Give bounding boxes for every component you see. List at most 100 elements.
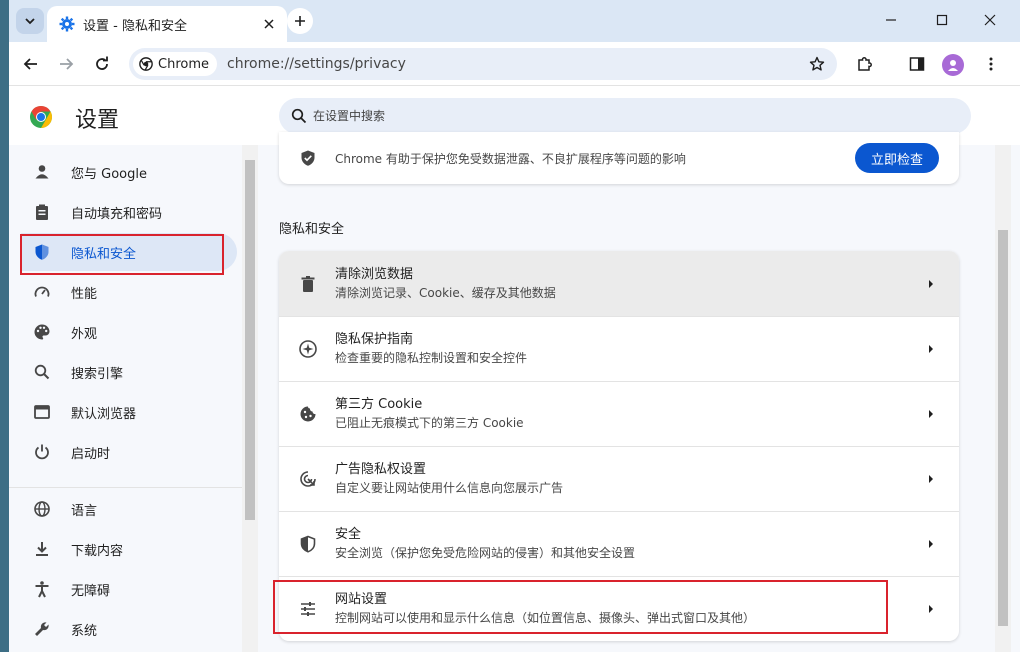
sidebar-item-label: 默认浏览器 xyxy=(71,406,137,422)
sidebar-item-label: 无障碍 xyxy=(71,583,111,599)
row-title: 清除浏览数据 xyxy=(335,266,414,282)
minimize-button[interactable] xyxy=(868,6,914,34)
sidebar-item-label: 外观 xyxy=(71,326,98,342)
puzzle-icon xyxy=(858,57,872,71)
bookmark-button[interactable] xyxy=(803,50,831,78)
sidebar-item-languages[interactable]: 语言 xyxy=(21,490,237,528)
row-ad-privacy[interactable]: 广告隐私权设置 自定义要让网站使用什么信息向您展示广告 xyxy=(279,446,959,511)
reload-icon xyxy=(96,56,108,70)
minimize-icon xyxy=(886,19,896,21)
close-icon xyxy=(984,14,996,26)
sidebar-item-label: 自动填充和密码 xyxy=(71,206,163,222)
sidebar-item-downloads[interactable]: 下载内容 xyxy=(21,530,237,568)
power-icon xyxy=(35,444,49,460)
new-tab-button[interactable] xyxy=(287,8,313,34)
sidebar-item-default-browser[interactable]: 默认浏览器 xyxy=(21,393,237,431)
safety-check-text: Chrome 有助于保护您免受数据泄露、不良扩展程序等问题的影响 xyxy=(335,151,686,166)
caret-right-icon xyxy=(929,605,933,613)
row-clear-browsing-data[interactable]: 清除浏览数据 清除浏览记录、Cookie、缓存及其他数据 xyxy=(279,251,959,316)
globe-icon xyxy=(34,501,50,517)
caret-right-icon xyxy=(929,345,933,353)
tab-strip: 设置 - 隐私和安全 xyxy=(9,0,1020,42)
clipboard-icon xyxy=(36,204,48,220)
site-info-chip[interactable]: Chrome xyxy=(133,52,217,76)
close-icon xyxy=(264,19,274,29)
row-subtitle: 已阻止无痕模式下的第三方 Cookie xyxy=(335,416,524,430)
sidebar-item-you-and-google[interactable]: 您与 Google xyxy=(21,153,237,191)
search-icon xyxy=(291,108,307,124)
sidebar-divider xyxy=(9,487,243,488)
star-icon xyxy=(809,56,825,71)
sidebar-item-appearance[interactable]: 外观 xyxy=(21,313,237,351)
back-button[interactable] xyxy=(17,50,45,78)
sidebar-item-label: 下载内容 xyxy=(71,543,124,559)
main-scrollbar-thumb[interactable] xyxy=(998,230,1008,626)
row-subtitle: 检查重要的隐私控制设置和安全控件 xyxy=(335,351,528,365)
sidebar-item-system[interactable]: 系统 xyxy=(21,610,237,648)
sidebar-item-label: 您与 Google xyxy=(71,166,147,182)
row-third-party-cookies[interactable]: 第三方 Cookie 已阻止无痕模式下的第三方 Cookie xyxy=(279,381,959,446)
gear-icon xyxy=(59,16,75,32)
sidebar-item-search-engine[interactable]: 搜索引擎 xyxy=(21,353,237,391)
sidebar-item-label: 性能 xyxy=(71,286,98,302)
row-privacy-guide[interactable]: 隐私保护指南 检查重要的隐私控制设置和安全控件 xyxy=(279,316,959,381)
row-subtitle: 清除浏览记录、Cookie、缓存及其他数据 xyxy=(335,285,556,300)
active-tab[interactable]: 设置 - 隐私和安全 xyxy=(47,6,287,42)
sidebar-scrollbar-thumb[interactable] xyxy=(245,160,255,520)
maximize-button[interactable] xyxy=(919,6,965,34)
menu-button[interactable] xyxy=(977,50,1005,78)
sidebar-item-on-startup[interactable]: 启动时 xyxy=(21,433,237,471)
profile-avatar[interactable] xyxy=(942,54,964,76)
toolbar: Chrome chrome://settings/privacy xyxy=(9,42,1020,86)
arrow-left-icon xyxy=(23,58,37,70)
row-security[interactable]: 安全 安全浏览（保护您免受危险网站的侵害）和其他安全设置 xyxy=(279,511,959,576)
plus-icon xyxy=(295,16,305,26)
shield-outline-icon xyxy=(300,535,316,553)
privacy-section-title: 隐私和安全 xyxy=(279,222,345,237)
more-vertical-icon xyxy=(989,57,993,71)
chevron-down-icon xyxy=(25,18,35,25)
row-title: 广告隐私权设置 xyxy=(335,462,427,477)
safety-check-card: Chrome 有助于保护您免受数据泄露、不良扩展程序等问题的影响 立即检查 xyxy=(279,132,959,184)
forward-button[interactable] xyxy=(52,50,80,78)
address-bar[interactable]: Chrome chrome://settings/privacy xyxy=(129,48,837,80)
maximize-icon xyxy=(936,14,948,26)
close-window-button[interactable] xyxy=(967,6,1013,34)
settings-sidebar: 您与 Google 自动填充和密码 隐私和安全 性能 外观 搜索引擎 默认浏览器 xyxy=(9,145,243,652)
speedometer-icon xyxy=(34,286,50,297)
cookie-icon xyxy=(300,406,316,422)
side-panel-icon xyxy=(909,57,925,71)
sidebar-item-label: 启动时 xyxy=(71,446,111,462)
tab-title: 设置 - 隐私和安全 xyxy=(83,18,187,34)
highlight-site-settings xyxy=(273,580,888,634)
palette-icon xyxy=(34,324,50,340)
extensions-button[interactable] xyxy=(851,50,879,78)
reload-button[interactable] xyxy=(88,50,116,78)
row-subtitle: 安全浏览（保护您免受危险网站的侵害）和其他安全设置 xyxy=(335,546,636,560)
accessibility-icon xyxy=(35,581,49,598)
sidebar-item-label: 语言 xyxy=(71,503,98,519)
sidebar-item-autofill[interactable]: 自动填充和密码 xyxy=(21,193,237,231)
site-info-label: Chrome xyxy=(158,56,209,72)
row-title: 隐私保护指南 xyxy=(335,332,414,347)
row-subtitle: 自定义要让网站使用什么信息向您展示广告 xyxy=(335,481,564,495)
row-title: 安全 xyxy=(335,527,362,542)
search-icon xyxy=(34,364,50,380)
tab-close-button[interactable] xyxy=(259,14,279,34)
settings-search-input[interactable] xyxy=(313,109,913,123)
wrench-icon xyxy=(35,622,49,636)
tab-search-button[interactable] xyxy=(16,8,44,34)
sidebar-item-performance[interactable]: 性能 xyxy=(21,273,237,311)
chrome-logo-icon xyxy=(139,57,153,71)
shield-check-icon xyxy=(301,150,315,166)
sidebar-item-label: 搜索引擎 xyxy=(71,366,124,382)
caret-right-icon xyxy=(929,410,933,418)
check-now-button[interactable]: 立即检查 xyxy=(855,143,939,173)
row-title: 第三方 Cookie xyxy=(335,397,423,412)
caret-right-icon xyxy=(929,279,933,288)
url-text[interactable]: chrome://settings/privacy xyxy=(227,56,803,72)
side-panel-button[interactable] xyxy=(903,50,931,78)
sidebar-item-accessibility[interactable]: 无障碍 xyxy=(21,570,237,608)
settings-title: 设置 xyxy=(75,108,120,133)
settings-search-box[interactable] xyxy=(279,98,971,134)
